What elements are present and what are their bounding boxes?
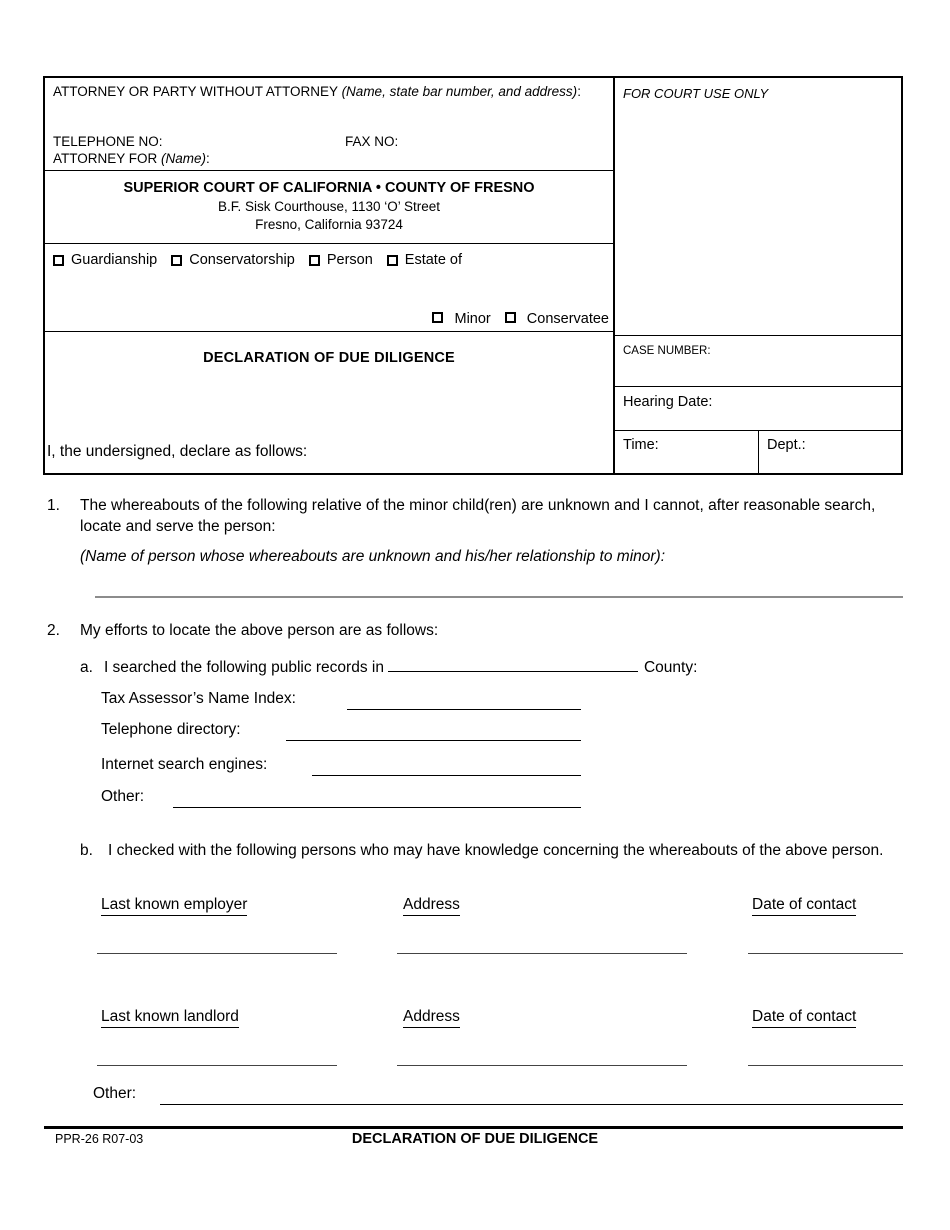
column-header-last-known-landlord: Last known landlord xyxy=(101,1008,239,1028)
footer-divider xyxy=(44,1126,903,1129)
for-court-use-only-label: FOR COURT USE ONLY xyxy=(623,86,769,101)
item-2a-label: a. xyxy=(80,659,93,676)
item-2-text: My efforts to locate the above person ar… xyxy=(80,622,439,639)
column-header-employer-address: Address xyxy=(403,896,460,916)
record-row-internet-search-engines: Internet search engines: xyxy=(101,756,581,777)
time-label: Time: xyxy=(623,437,659,453)
record-input-line[interactable] xyxy=(286,740,581,741)
item-2a-text-after: County: xyxy=(643,659,698,676)
item-2b-text: I checked with the following persons who… xyxy=(108,842,884,859)
attorney-header-text: ATTORNEY OR PARTY WITHOUT ATTORNEY xyxy=(53,84,342,99)
county-input-line[interactable] xyxy=(387,655,638,672)
footer-title: DECLARATION OF DUE DILIGENCE xyxy=(351,1131,599,1147)
telephone-fax-row: TELEPHONE NO: FAX NO: xyxy=(53,134,398,150)
time-field[interactable]: Time: xyxy=(615,431,759,473)
checkbox-label: Estate of xyxy=(404,252,463,268)
checkbox-option-guardianship[interactable]: Guardianship xyxy=(53,252,157,268)
record-input-line[interactable] xyxy=(312,775,581,776)
item-2a: a. I searched the following public record… xyxy=(80,655,697,678)
item-1-answer-line[interactable] xyxy=(95,596,903,598)
record-input-line[interactable] xyxy=(347,709,581,710)
case-number-label: CASE NUMBER: xyxy=(623,345,711,357)
item-2a-text-before: I searched the following public records … xyxy=(103,659,384,676)
court-identification-cell: SUPERIOR COURT OF CALIFORNIA • COUNTY OF… xyxy=(45,171,613,244)
record-label: Telephone directory: xyxy=(101,721,241,738)
court-address-line-2: Fresno, California 93724 xyxy=(255,217,403,232)
record-row-other: Other: xyxy=(101,788,581,809)
attorney-for-label: ATTORNEY FOR xyxy=(53,151,162,166)
attorney-for-colon: : xyxy=(206,151,210,166)
court-address-line-1: B.F. Sisk Courthouse, 1130 ‘O’ Street xyxy=(217,199,441,214)
other-persons-input-line[interactable] xyxy=(160,1104,903,1105)
dept-label: Dept.: xyxy=(767,437,806,453)
employer-address-input-line[interactable] xyxy=(397,953,687,954)
case-number-cell[interactable]: CASE NUMBER: xyxy=(615,336,901,387)
checkbox-icon[interactable] xyxy=(308,254,320,266)
declaration-intro: I, the undersigned, declare as follows: xyxy=(47,443,308,460)
landlord-address-input-line[interactable] xyxy=(397,1065,687,1066)
attorney-header-italic: (Name, state bar number, and address) xyxy=(341,84,578,99)
checkbox-icon[interactable] xyxy=(432,312,444,323)
hearing-date-cell[interactable]: Hearing Date: xyxy=(615,387,901,431)
checkbox-label: Conservatee xyxy=(526,311,609,327)
item-2b-label: b. xyxy=(80,842,93,859)
attorney-info-cell[interactable]: ATTORNEY OR PARTY WITHOUT ATTORNEY (Name… xyxy=(45,78,613,171)
other-persons-label: Other: xyxy=(93,1085,137,1102)
record-label: Internet search engines: xyxy=(101,756,268,773)
fax-label: FAX NO: xyxy=(345,134,399,149)
checkbox-option-estate-of[interactable]: Estate of xyxy=(386,252,463,268)
record-input-line[interactable] xyxy=(173,807,581,808)
checkbox-option-conservatee[interactable]: Conservatee xyxy=(504,311,609,327)
item-1-text: The whereabouts of the following relativ… xyxy=(80,497,876,535)
checkbox-icon[interactable] xyxy=(386,254,398,266)
checkbox-label: Guardianship xyxy=(71,252,158,268)
checkbox-label: Conservatorship xyxy=(189,252,295,268)
document-page: ATTORNEY OR PARTY WITHOUT ATTORNEY (Name… xyxy=(0,0,950,1230)
record-label: Tax Assessor’s Name Index: xyxy=(101,690,296,707)
checkbox-option-person[interactable]: Person xyxy=(308,252,373,268)
item-1: 1. The whereabouts of the following rela… xyxy=(47,495,887,537)
ward-type-checkbox-row: Minor Conservatee xyxy=(418,311,609,327)
record-row-telephone-directory: Telephone directory: xyxy=(101,721,581,742)
telephone-label: TELEPHONE NO: xyxy=(53,134,163,149)
hearing-date-label: Hearing Date: xyxy=(623,394,713,410)
attorney-for-italic: (Name) xyxy=(161,151,207,166)
item-1-number: 1. xyxy=(47,497,60,514)
form-title-cell: DECLARATION OF DUE DILIGENCE xyxy=(45,332,613,384)
case-type-checkbox-cell: Guardianship Conservatorship Person Esta… xyxy=(45,244,613,332)
column-header-employer-date-of-contact: Date of contact xyxy=(752,896,857,916)
column-header-landlord-date-of-contact: Date of contact xyxy=(752,1008,857,1028)
court-name: SUPERIOR COURT OF CALIFORNIA • COUNTY OF… xyxy=(123,180,535,196)
checkbox-option-minor[interactable]: Minor xyxy=(432,311,491,327)
caption-left-column: ATTORNEY OR PARTY WITHOUT ATTORNEY (Name… xyxy=(45,78,615,473)
checkbox-icon[interactable] xyxy=(504,312,516,323)
record-label: Other: xyxy=(101,788,145,805)
checkbox-icon[interactable] xyxy=(53,254,64,266)
case-type-checkbox-row: Guardianship Conservatorship Person Esta… xyxy=(53,252,609,268)
landlord-name-input-line[interactable] xyxy=(97,1065,337,1066)
for-court-use-only-cell: FOR COURT USE ONLY xyxy=(615,78,901,336)
column-header-last-known-employer: Last known employer xyxy=(101,896,248,916)
dept-field[interactable]: Dept.: xyxy=(759,431,901,473)
time-dept-cell: Time: Dept.: xyxy=(615,431,901,473)
caption-right-column: FOR COURT USE ONLY CASE NUMBER: Hearing … xyxy=(615,78,901,473)
item-1-hint: (Name of person whose whereabouts are un… xyxy=(80,548,666,565)
employer-date-input-line[interactable] xyxy=(748,953,903,954)
record-row-tax-assessor: Tax Assessor’s Name Index: xyxy=(101,690,581,711)
caption-table: ATTORNEY OR PARTY WITHOUT ATTORNEY (Name… xyxy=(43,76,903,475)
attorney-header-colon: : xyxy=(577,84,581,99)
checkbox-icon[interactable] xyxy=(171,254,183,266)
checkbox-label: Person xyxy=(326,252,373,268)
form-title: DECLARATION OF DUE DILIGENCE xyxy=(203,350,455,366)
item-2: 2. My efforts to locate the above person… xyxy=(47,620,887,641)
item-2-number: 2. xyxy=(47,622,60,639)
attorney-for-row: ATTORNEY FOR (Name): xyxy=(53,151,210,167)
landlord-date-input-line[interactable] xyxy=(748,1065,903,1066)
checkbox-option-conservatorship[interactable]: Conservatorship xyxy=(171,252,295,268)
attorney-header-label: ATTORNEY OR PARTY WITHOUT ATTORNEY (Name… xyxy=(53,84,613,100)
employer-name-input-line[interactable] xyxy=(97,953,337,954)
item-2b: b. I checked with the following persons … xyxy=(80,840,908,861)
checkbox-label: Minor xyxy=(454,311,491,327)
column-header-landlord-address: Address xyxy=(403,1008,460,1028)
